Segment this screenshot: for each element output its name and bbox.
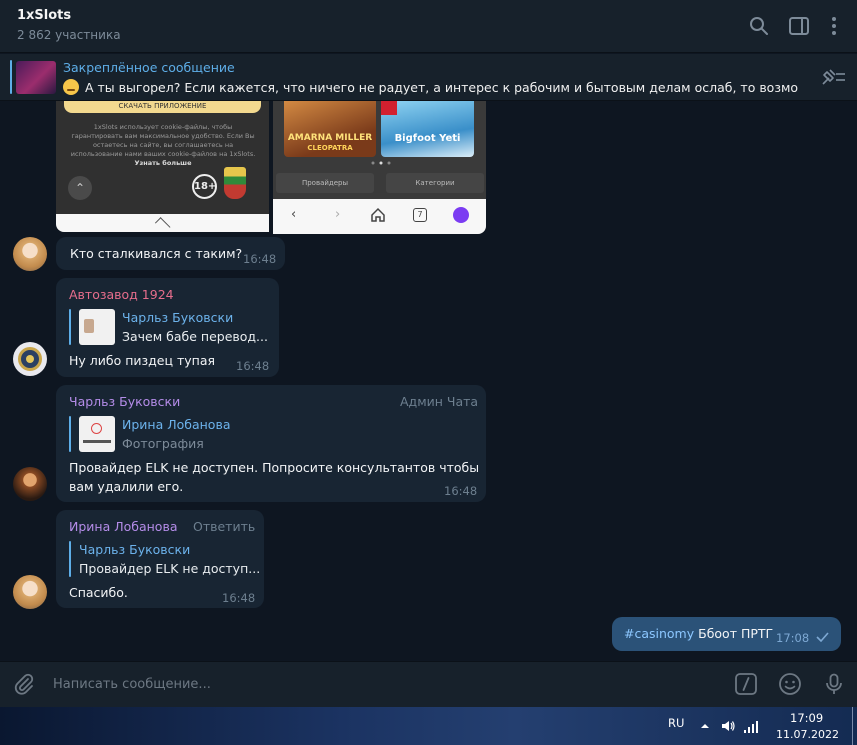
message-list[interactable]: СКАЧАТЬ ПРИЛОЖЕНИЕ 1xSlots использует co… (0, 101, 857, 661)
message-time: 16:48 (243, 252, 277, 266)
message-time: 16:48 (236, 359, 270, 373)
sender-name[interactable]: Ирина Лобанова (69, 519, 177, 534)
reply-text: Зачем бабе перевод... (122, 329, 268, 344)
avatar-avtozavod[interactable] (13, 342, 47, 376)
pinned-indicator (10, 60, 12, 94)
pinned-thumbnail (16, 61, 56, 94)
reply-author: Чарльз Буковски (122, 310, 234, 325)
age-rating-badge: 18+ (192, 174, 217, 199)
reply-action-button[interactable]: Ответить (193, 519, 255, 534)
coat-of-arms-logo (224, 167, 246, 199)
message-composer[interactable]: Написать сообщение... (0, 661, 857, 707)
avatar-irina[interactable] (13, 575, 47, 609)
assistant-icon (453, 207, 469, 223)
message-time: 16:48 (222, 591, 256, 605)
scroll-up-icon: ⌃ (68, 176, 92, 200)
message-text: Ну либо пиздец тупая (69, 353, 216, 368)
message-time: 17:08 (776, 631, 810, 645)
sent-check-icon (816, 632, 829, 642)
avatar-irina[interactable] (13, 237, 47, 271)
chat-header[interactable]: 1xSlots 2 862 участника (0, 0, 857, 53)
reply-quote[interactable]: Ирина Лобанова Фотография (69, 416, 369, 452)
message-time: 16:48 (444, 484, 478, 498)
browser-nav-bar: ‹ › 7 (273, 199, 486, 234)
admin-badge: Админ Чата (400, 394, 479, 409)
pinned-text: А ты выгорел? Если кажется, что ничего н… (85, 80, 798, 95)
more-menu-icon[interactable] (822, 14, 846, 38)
tray-expand-icon[interactable] (697, 718, 713, 734)
chat-title: 1xSlots (17, 8, 72, 23)
system-taskbar: RU 17:09 11.07.2022 (0, 707, 857, 745)
game-tile-amarna-label: AMARNA MILLER CLEOPATRA (287, 133, 373, 152)
microphone-icon[interactable] (822, 672, 846, 696)
reply-text: Провайдер ELK не доступ... (79, 561, 261, 576)
hashtag-link[interactable]: #casinomy (624, 626, 694, 641)
message-bubble[interactable]: Автозавод 1924 Чарльз Буковски Зачем баб… (56, 278, 279, 377)
keyboard-language[interactable]: RU (668, 716, 684, 730)
emoji-icon[interactable] (778, 672, 802, 696)
reply-author: Чарльз Буковски (79, 542, 191, 557)
outgoing-message-bubble[interactable]: #casinomy Ббоот ПРТГ 17:08 (612, 617, 841, 651)
reply-quote[interactable]: Чарльз Буковски Провайдер ELK не доступ.… (69, 541, 260, 577)
reply-quote[interactable]: Чарльз Буковски Зачем бабе перевод... (69, 309, 269, 345)
download-label: СКАЧАТЬ ПРИЛОЖЕНИЕ (118, 102, 207, 110)
chevron-up-icon (154, 217, 171, 232)
message-text: #casinomy Ббоот ПРТГ (624, 624, 773, 643)
reply-text: Фотография (122, 436, 204, 451)
browser-bottom-bar (56, 214, 269, 232)
message-bubble[interactable]: Кто сталкивался с таким? 16:48 (56, 237, 285, 270)
message-bubble[interactable]: Ирина Лобанова Ответить Чарльз Буковски … (56, 510, 264, 608)
message-body: Ббоот ПРТГ (698, 626, 774, 641)
bot-commands-icon[interactable] (734, 672, 758, 696)
clock-date[interactable]: 11.07.2022 (776, 728, 839, 741)
reply-thumbnail (79, 416, 115, 452)
show-desktop-button[interactable] (852, 707, 853, 745)
volume-icon[interactable] (720, 718, 736, 734)
pinned-text-row: А ты выгорел? Если кажется, что ничего н… (63, 79, 798, 95)
pinned-title: Закреплённое сообщение (63, 60, 235, 75)
message-text-line2: вам удалили его. (69, 479, 184, 494)
cookie-text: 1xSlots использует cookie-файлы, чтобы г… (70, 123, 256, 158)
game-tile-amarna: AMARNA MILLER CLEOPATRA (284, 101, 376, 157)
carousel-dots (371, 161, 391, 165)
avatar-charles[interactable] (13, 467, 47, 501)
screenshot-image-left[interactable]: СКАЧАТЬ ПРИЛОЖЕНИЕ 1xSlots использует co… (56, 101, 269, 232)
tabs-count-icon: 7 (413, 208, 427, 222)
pinned-message-bar[interactable]: Закреплённое сообщение А ты выгорел? Есл… (0, 54, 857, 101)
game-tile-bigfoot-label: Bigfoot Yeti (394, 133, 461, 144)
download-banner: СКАЧАТЬ ПРИЛОЖЕНИЕ (64, 101, 261, 113)
forward-arrow-icon: › (335, 207, 341, 222)
unpin-icon[interactable] (819, 66, 847, 88)
message-text: Кто сталкивался с таким? (70, 246, 243, 261)
attach-icon[interactable] (12, 672, 36, 696)
reply-thumbnail (79, 309, 115, 345)
provider-tag-icon (381, 101, 397, 115)
member-count: 2 862 участника (17, 28, 121, 42)
screenshot-image-right[interactable]: AMARNA MILLER CLEOPATRA Bigfoot Yeti Про… (273, 101, 486, 234)
message-text: Спасибо. (69, 585, 128, 600)
sender-name[interactable]: Чарльз Буковски (69, 394, 180, 409)
message-bubble[interactable]: Чарльз Буковски Админ Чата Ирина Лобанов… (56, 385, 486, 502)
sender-name[interactable]: Автозавод 1924 (69, 287, 174, 302)
back-arrow-icon: ‹ (291, 207, 297, 222)
network-signal-icon[interactable] (743, 718, 759, 734)
search-icon[interactable] (747, 14, 771, 38)
providers-button: Провайдеры (276, 173, 374, 193)
home-icon (371, 207, 385, 222)
sidebar-toggle-icon[interactable] (787, 14, 811, 38)
clock-time[interactable]: 17:09 (790, 711, 823, 725)
categories-button: Категории (386, 173, 484, 193)
cookie-notice: 1xSlots использует cookie-файлы, чтобы г… (68, 123, 258, 168)
reply-author: Ирина Лобанова (122, 417, 231, 432)
message-input[interactable]: Написать сообщение... (53, 677, 211, 692)
cookie-link: Узнать больше (134, 159, 192, 167)
message-text-line1: Провайдер ELK не доступен. Попросите кон… (69, 460, 480, 475)
pensive-emoji-icon (63, 79, 79, 95)
